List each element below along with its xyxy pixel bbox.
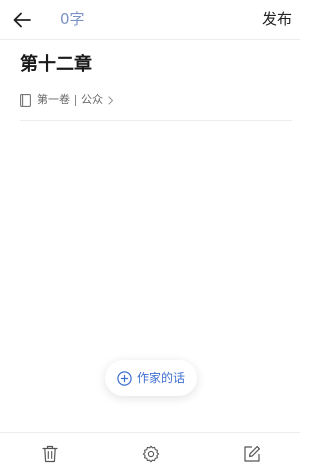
volume-label: 第一卷: [37, 93, 70, 106]
chapter-title[interactable]: 第十二章: [20, 52, 92, 78]
plus-circle-icon: [117, 370, 132, 386]
title-divider: [20, 120, 292, 121]
top-bar: 0字 发布: [0, 0, 300, 40]
settings-button[interactable]: [140, 443, 162, 465]
delete-button[interactable]: [39, 443, 61, 465]
back-button[interactable]: [10, 8, 34, 32]
trash-icon: [42, 445, 58, 463]
volume-category-selector[interactable]: 第一卷 公众: [20, 91, 114, 109]
meta-separator: [75, 94, 76, 106]
bottom-toolbar: [0, 432, 300, 474]
word-count: 0字: [60, 10, 85, 28]
arrow-left-icon: [13, 12, 31, 28]
author-note-label: 作家的话: [136, 371, 185, 385]
gear-icon: [142, 445, 160, 463]
author-note-button[interactable]: 作家的话: [105, 360, 197, 396]
category-label: 公众: [81, 93, 103, 106]
edit-button[interactable]: [241, 443, 263, 465]
edit-icon: [244, 446, 260, 462]
chevron-right-icon: [108, 95, 114, 105]
publish-button[interactable]: 发布: [262, 8, 292, 30]
book-icon: [20, 93, 32, 107]
